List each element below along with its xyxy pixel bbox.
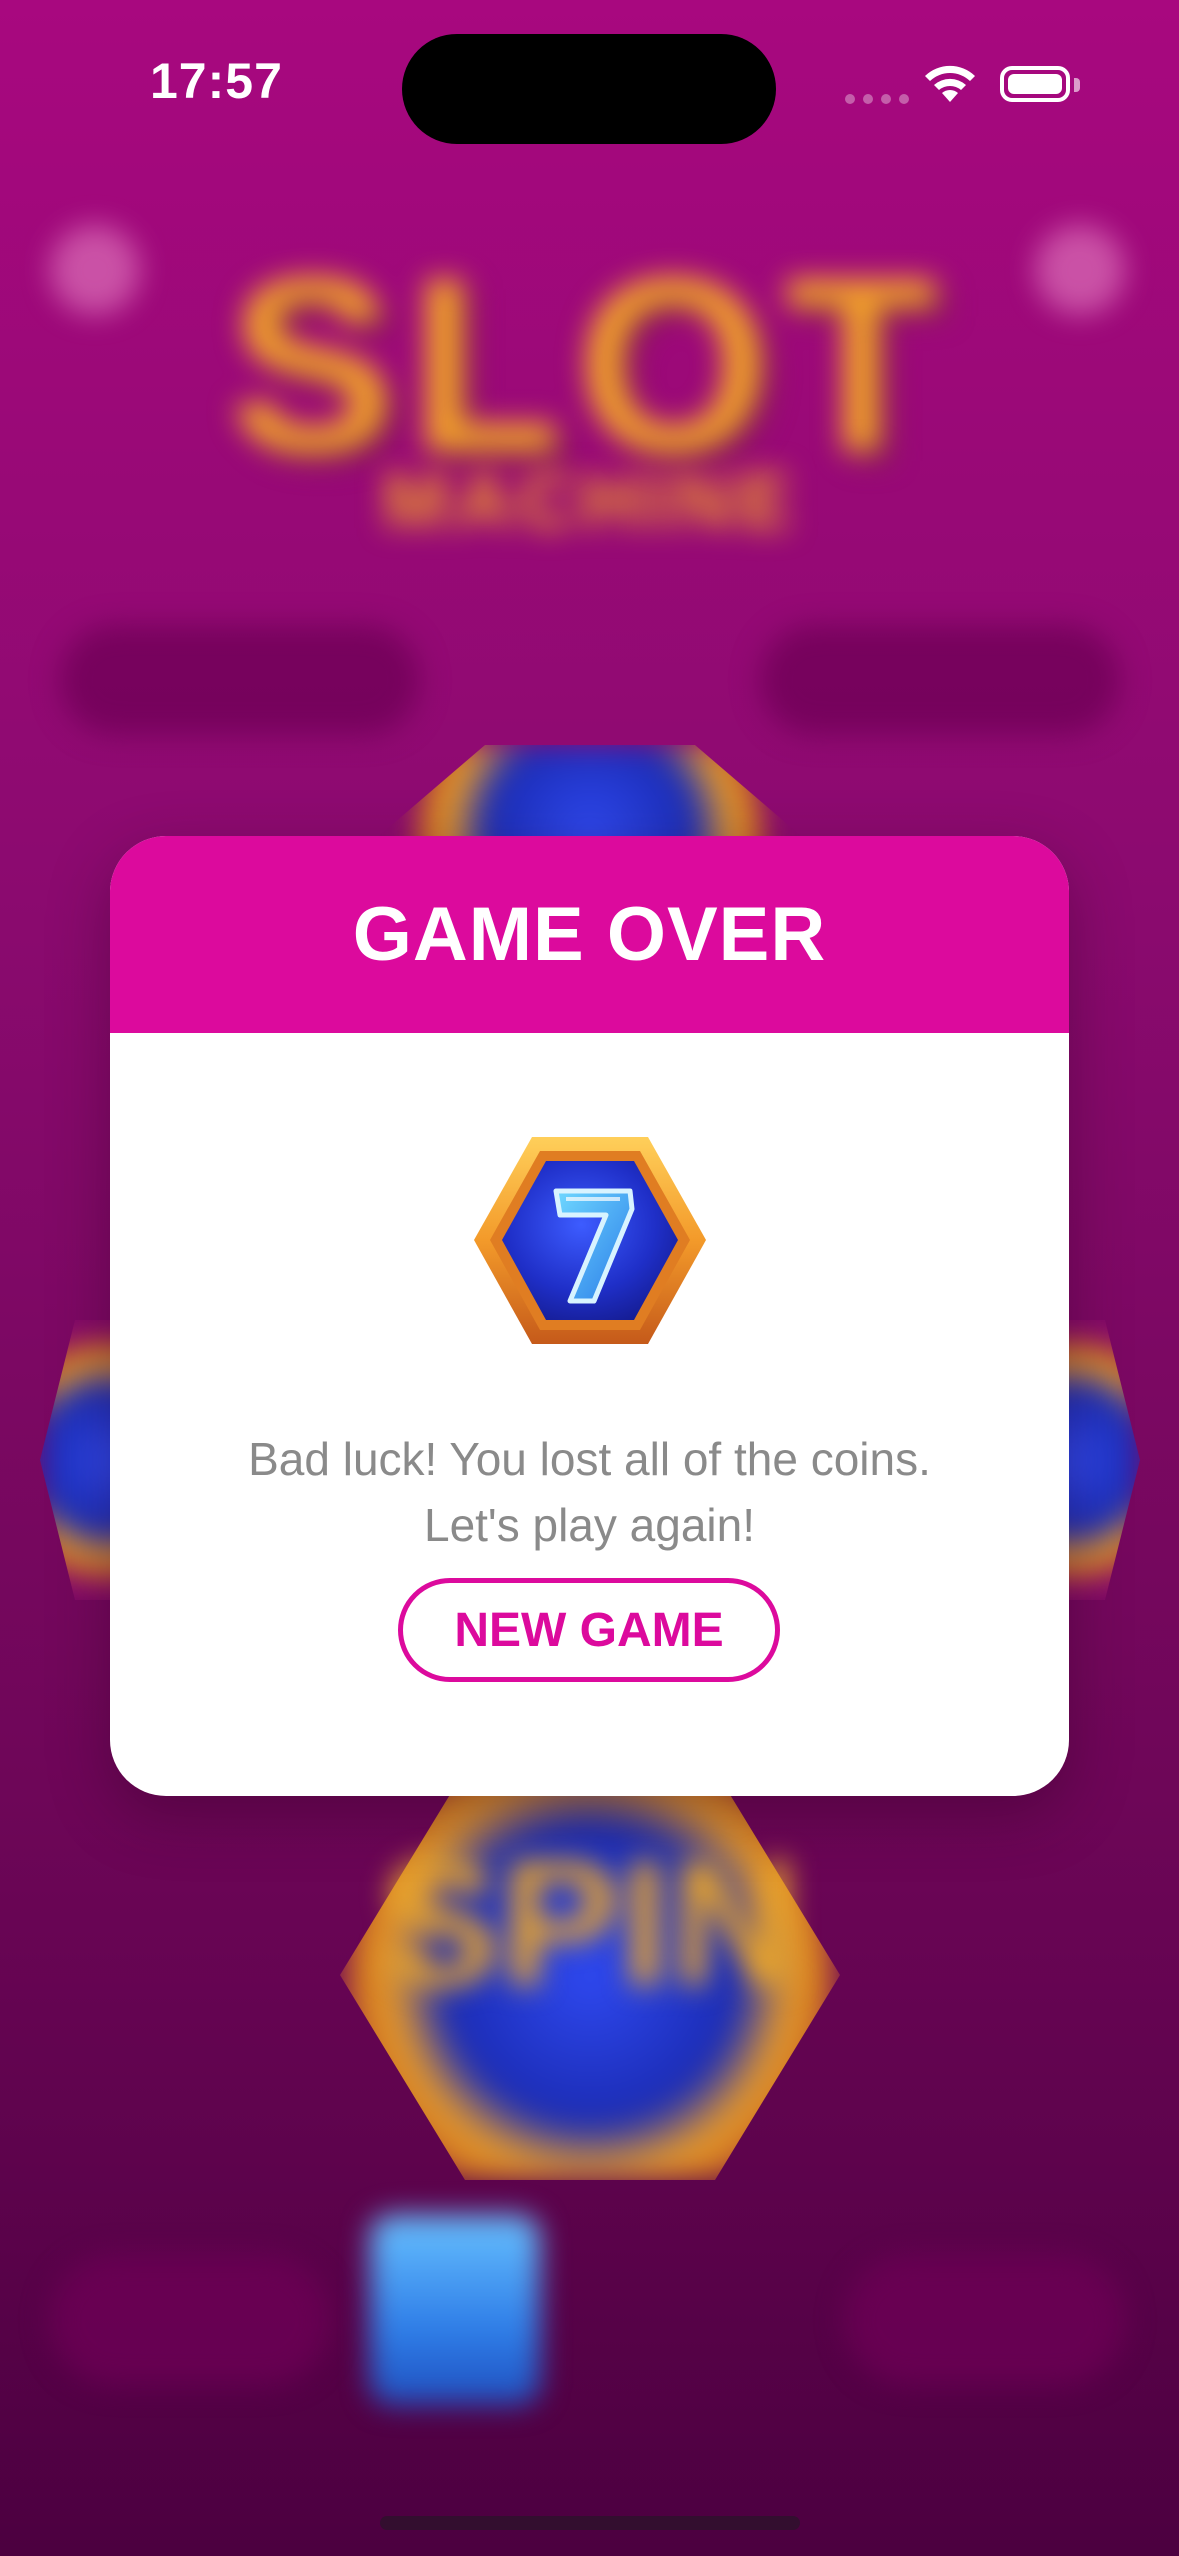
battery-icon <box>1000 66 1070 102</box>
game-logo-subtitle: MACHINE <box>382 456 798 545</box>
game-logo-title: SLOT <box>228 225 952 504</box>
lucky-seven-icon <box>474 1137 706 1344</box>
status-bar: 17:57 <box>0 0 1179 170</box>
status-time: 17:57 <box>150 53 283 109</box>
spin-label: SPIN <box>379 1823 801 2024</box>
high-score-counter <box>760 625 1120 735</box>
battery-tip <box>1074 78 1080 92</box>
dialog-message: Bad luck! You lost all of the coins. Let… <box>110 1426 1069 1558</box>
home-indicator[interactable] <box>380 2516 800 2530</box>
dialog-body: Bad luck! You lost all of the coins. Let… <box>110 1033 1069 1796</box>
dialog-title: GAME OVER <box>352 892 827 977</box>
info-icon <box>1035 225 1125 315</box>
message-line-1: Bad luck! You lost all of the coins. <box>248 1433 931 1485</box>
message-line-2: Let's play again! <box>423 1499 755 1551</box>
settings-icon <box>50 225 140 315</box>
bet-left-pill <box>50 2255 330 2385</box>
bet-right-pill <box>845 2255 1125 2385</box>
cellular-signal-icon <box>845 94 909 104</box>
gift-icon <box>370 2215 540 2405</box>
wifi-icon <box>925 65 975 102</box>
coins-counter <box>60 625 420 735</box>
game-over-dialog: GAME OVER Bad luck! You lost all of the … <box>110 836 1069 1796</box>
dialog-header: GAME OVER <box>110 836 1069 1033</box>
new-game-button[interactable]: NEW GAME <box>398 1578 780 1682</box>
dynamic-island <box>402 34 776 144</box>
